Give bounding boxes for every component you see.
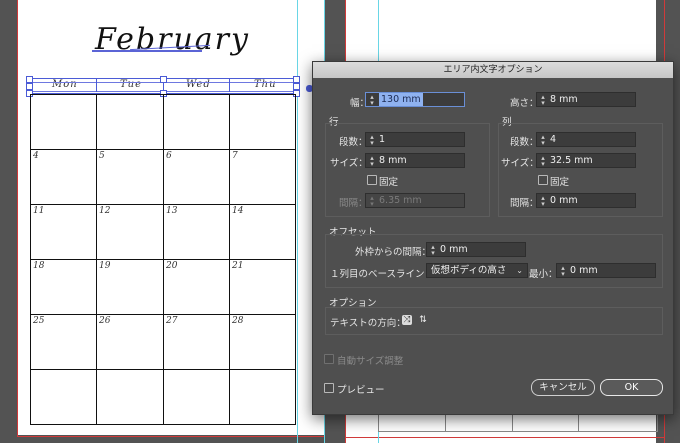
height-label: 高さ：: [510, 98, 539, 109]
day-number: 11: [33, 206, 45, 216]
first-baseline-value: 仮想ボディの高さ: [431, 265, 507, 276]
calendar-grid: 4 5 6 7 11 12 13 14 18 19 20 21 25 26 27…: [30, 94, 296, 425]
columns-gutter-value: 0 mm: [550, 195, 578, 206]
inset-spacing-field[interactable]: ▴ ▾ 0 mm: [426, 242, 526, 257]
stepper-icon[interactable]: ▴ ▾: [539, 154, 547, 167]
columns-count-value: 4: [550, 134, 557, 145]
grid-line: [96, 94, 97, 425]
day-number: 5: [99, 151, 105, 161]
auto-size-checkbox[interactable]: [324, 354, 334, 364]
ok-button[interactable]: OK: [600, 379, 663, 396]
area-type-options-dialog: エリア内文字オプション 幅： ▴ ▾ 130 mm 高さ： ▴ ▾ 8 mm 行 段数：…: [312, 61, 674, 415]
rows-gutter-field[interactable]: ▴ ▾ 6.35 mm: [365, 193, 465, 208]
day-number: 13: [166, 206, 178, 216]
day-number: 28: [232, 316, 244, 326]
stepper-icon[interactable]: ▴ ▾: [539, 133, 547, 146]
height-field[interactable]: ▴ ▾ 8 mm: [536, 92, 636, 107]
columns-gutter-field[interactable]: ▴ ▾ 0 mm: [536, 193, 636, 208]
bleed-guide-left: [17, 0, 18, 437]
columns-fixed-label: 固定: [550, 177, 570, 188]
table-divider: [578, 415, 579, 431]
bleed-guide-bottom-right: [346, 437, 664, 438]
day-number: 7: [232, 151, 238, 161]
stepper-icon[interactable]: ▴ ▾: [368, 93, 376, 106]
column-divider: [229, 78, 230, 92]
right-page-table-edge: [378, 414, 658, 432]
width-value: 130 mm: [379, 93, 423, 106]
columns-size-value: 32.5 mm: [550, 155, 593, 166]
day-number: 6: [166, 151, 172, 161]
chevron-down-icon: ⌄: [516, 266, 523, 275]
width-field[interactable]: ▴ ▾ 130 mm: [365, 92, 465, 107]
rows-count-value: 1: [379, 134, 386, 145]
title-swash: [92, 50, 202, 52]
column-divider: [96, 78, 97, 92]
cancel-button[interactable]: キャンセル: [531, 379, 595, 396]
stepper-icon[interactable]: ▴ ▾: [368, 194, 376, 207]
preview-checkbox[interactable]: [324, 383, 334, 393]
min-label: 最小：: [529, 269, 558, 280]
day-number: 25: [33, 316, 45, 326]
min-value: 0 mm: [570, 265, 598, 276]
rows-fixed-label: 固定: [379, 177, 399, 188]
rows-count-field[interactable]: ▴ ▾ 1: [365, 132, 465, 147]
day-number: 19: [99, 261, 111, 271]
day-number: 12: [99, 206, 111, 216]
table-divider: [512, 415, 513, 431]
auto-size-label: 自動サイズ調整: [337, 356, 404, 367]
rows-gutter-value: 6.35 mm: [379, 195, 422, 206]
columns-size-label: サイズ：: [501, 158, 539, 169]
rows-size-value: 8 mm: [379, 155, 407, 166]
stepper-icon[interactable]: ▴ ▾: [539, 194, 547, 207]
grid-line: [295, 94, 296, 425]
resize-handle[interactable]: [160, 76, 167, 83]
min-field[interactable]: ▴ ▾ 0 mm: [556, 263, 656, 278]
text-flow-by-columns-icon[interactable]: ⇅: [418, 315, 428, 325]
day-number: 21: [232, 261, 244, 271]
inset-spacing-value: 0 mm: [440, 244, 468, 255]
rows-fixed-checkbox[interactable]: [367, 175, 377, 185]
rows-gutter-label: 間隔：: [339, 198, 368, 209]
columns-count-label: 段数：: [510, 137, 539, 148]
day-number: 14: [232, 206, 244, 216]
stepper-icon[interactable]: ▴ ▾: [368, 154, 376, 167]
text-direction-label: テキストの方向：: [330, 318, 406, 329]
stepper-icon[interactable]: ▴ ▾: [429, 243, 437, 256]
first-baseline-dropdown[interactable]: 仮想ボディの高さ ⌄: [426, 263, 528, 278]
day-number: 18: [33, 261, 45, 271]
bleed-guide-bottom: [17, 436, 325, 437]
grid-line: [30, 94, 31, 425]
stepper-icon[interactable]: ▴ ▾: [368, 133, 376, 146]
day-number: 4: [33, 151, 39, 161]
guide-cyan-1: [297, 0, 298, 443]
dialog-title: エリア内文字オプション: [313, 62, 673, 78]
rows-size-field[interactable]: ▴ ▾ 8 mm: [365, 153, 465, 168]
grid-line: [229, 94, 230, 425]
columns-count-field[interactable]: ▴ ▾ 4: [536, 132, 636, 147]
day-number: 27: [166, 316, 178, 326]
preview-label: プレビュー: [337, 385, 385, 396]
day-number: 26: [99, 316, 111, 326]
text-flow-by-rows-icon[interactable]: ⤨: [402, 315, 412, 325]
first-baseline-label: １列目のベースライン：: [330, 269, 435, 280]
grid-line: [163, 94, 164, 425]
columns-fixed-checkbox[interactable]: [538, 175, 548, 185]
day-number: 20: [166, 261, 178, 271]
resize-handle[interactable]: [293, 83, 300, 90]
rows-count-label: 段数：: [339, 137, 368, 148]
rows-size-label: サイズ：: [330, 158, 368, 169]
columns-gutter-label: 間隔：: [510, 198, 539, 209]
stepper-icon[interactable]: ▴ ▾: [539, 93, 547, 106]
resize-handle[interactable]: [26, 76, 33, 83]
resize-handle[interactable]: [293, 76, 300, 83]
resize-handle[interactable]: [26, 83, 33, 90]
stepper-icon[interactable]: ▴ ▾: [559, 264, 567, 277]
table-divider: [445, 415, 446, 431]
columns-size-field[interactable]: ▴ ▾ 32.5 mm: [536, 153, 636, 168]
height-value: 8 mm: [550, 94, 578, 105]
inset-spacing-label: 外枠からの間隔：: [355, 247, 432, 258]
